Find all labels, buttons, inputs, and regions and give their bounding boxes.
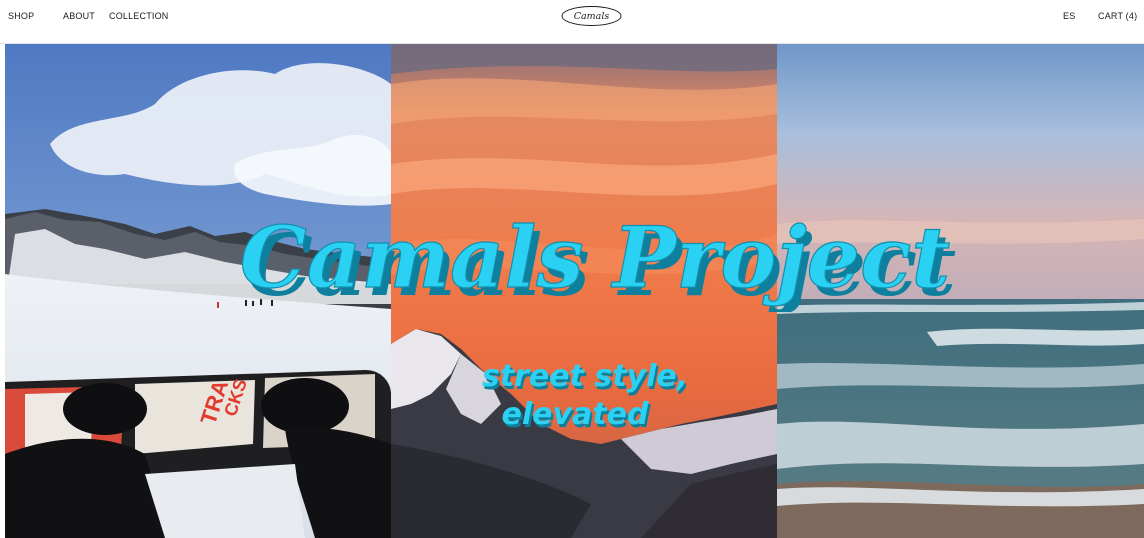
hero-banner: TRA CKS Camals Project Camals Project st… [5, 44, 1144, 538]
site-header: SHOP ABOUT COLLECTION Camals ES CART (4) [0, 0, 1144, 44]
nav-shop-link[interactable]: SHOP [8, 11, 34, 21]
cart-link[interactable]: CART (4) [1098, 11, 1137, 21]
nav-about-link[interactable]: ABOUT [63, 11, 95, 21]
nav-collection-link[interactable]: COLLECTION [109, 11, 169, 21]
sunset-mountain-photo [391, 44, 777, 538]
language-switch[interactable]: ES [1063, 11, 1075, 21]
logo-oval-icon: Camals [561, 6, 622, 26]
logo-wordmark: Camals [574, 11, 610, 22]
snowboard-mountain-photo: TRA CKS [5, 44, 391, 538]
brand-logo[interactable]: Camals [561, 5, 622, 27]
ocean-waves-photo [777, 44, 1144, 538]
